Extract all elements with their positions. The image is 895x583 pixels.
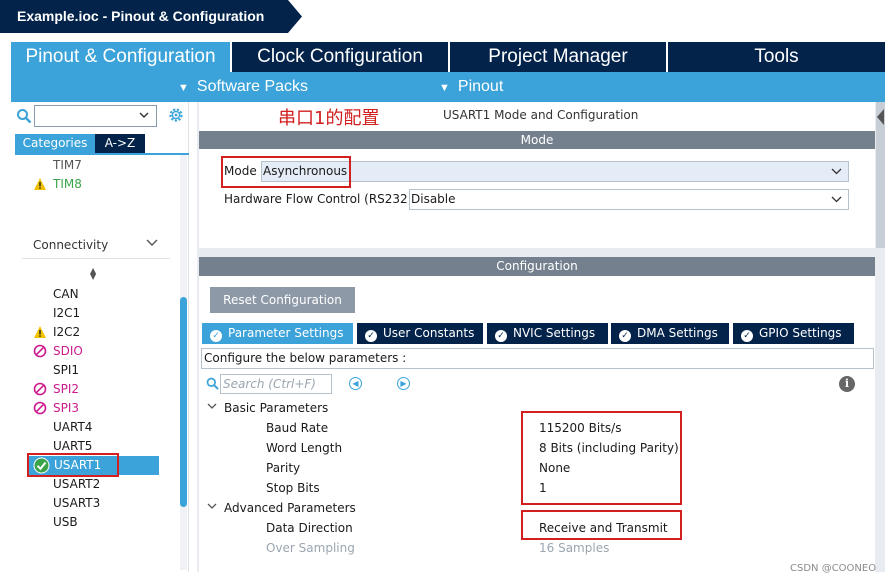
tree-item-usb[interactable]: USB	[53, 513, 78, 532]
chevron-down-icon[interactable]	[207, 403, 217, 413]
configuration-header: Configuration	[199, 257, 875, 276]
software-packs-label: Software Packs	[196, 78, 309, 95]
tab-clock-configuration[interactable]: Clock Configuration	[232, 42, 448, 72]
hardware-flow-control-select[interactable]	[409, 189, 849, 210]
disabled-icon	[33, 401, 47, 415]
tree-item-spi1[interactable]: SPI1	[53, 361, 79, 380]
warning-icon	[34, 178, 46, 190]
tab-user-constants[interactable]: ✓ User Constants	[357, 323, 483, 344]
tab-categories[interactable]: Categories	[15, 134, 95, 153]
tab-underline	[15, 153, 189, 155]
tab-dma-settings[interactable]: ✓ DMA Settings	[611, 323, 729, 344]
scrollbar-thumb[interactable]	[180, 297, 187, 507]
divider	[22, 258, 170, 259]
tab-pinout-configuration[interactable]: Pinout & Configuration	[11, 42, 230, 72]
highlight-box	[521, 510, 682, 540]
parameter-search-input[interactable]: Search (Ctrl+F)	[220, 374, 332, 394]
tree-item-tim7[interactable]: TIM7	[53, 156, 82, 175]
next-icon[interactable]: ▶	[397, 377, 410, 390]
panel-title: USART1 Mode and Configuration	[443, 108, 639, 122]
chevron-down-icon: ▼	[439, 82, 450, 94]
annotation-text: 串口1的配置	[278, 108, 380, 129]
check-icon: ✓	[741, 330, 753, 342]
software-packs-menu[interactable]: ▼ Software Packs	[178, 77, 308, 98]
tree-item-tim8[interactable]: TIM8	[53, 175, 82, 194]
tree-item-i2c1[interactable]: I2C1	[53, 304, 80, 323]
tree-item-uart4[interactable]: UART4	[53, 418, 92, 437]
param-stop-bits-label: Stop Bits	[266, 481, 320, 495]
tree-item-sdio[interactable]: SDIO	[53, 342, 83, 361]
chevron-down-icon[interactable]	[207, 503, 217, 513]
param-over-sampling-label: Over Sampling	[266, 541, 355, 555]
group-advanced-parameters[interactable]: Advanced Parameters	[224, 501, 356, 515]
tab-gpio-settings[interactable]: ✓ GPIO Settings	[733, 323, 854, 344]
reset-configuration-button[interactable]: Reset Configuration	[210, 287, 355, 313]
mode-header: Mode	[199, 131, 875, 149]
hardware-flow-control-value: Disable	[411, 192, 456, 206]
search-icon	[206, 377, 219, 390]
pinout-menu[interactable]: ▼ Pinout	[439, 77, 503, 98]
connectivity-category[interactable]: Connectivity	[33, 238, 108, 252]
gear-icon[interactable]	[167, 106, 185, 124]
highlight-box	[27, 453, 119, 477]
tab-parameter-settings[interactable]: ✓ Parameter Settings	[202, 323, 353, 344]
watermark: CSDN @COONEO	[790, 563, 877, 574]
chevron-down-icon[interactable]	[139, 111, 149, 122]
tree-item-can[interactable]: CAN	[53, 285, 79, 304]
tab-a-to-z[interactable]: A->Z	[95, 134, 145, 153]
hardware-flow-control-label: Hardware Flow Control (RS232)	[224, 192, 413, 206]
param-baud-rate-label: Baud Rate	[266, 421, 329, 435]
pinout-label: Pinout	[457, 78, 504, 95]
info-icon[interactable]: i	[839, 376, 855, 392]
tree-item-spi3[interactable]: SPI3	[53, 399, 79, 418]
check-icon: ✓	[619, 330, 631, 342]
disabled-icon	[33, 382, 47, 396]
chevron-down-icon: ▼	[178, 82, 189, 94]
sort-icon[interactable]: ▲ ▼	[90, 267, 96, 281]
group-basic-parameters[interactable]: Basic Parameters	[224, 401, 328, 415]
window-title: Example.ioc - Pinout & Configuration	[0, 0, 285, 33]
breadcrumb-arrow	[284, 0, 302, 33]
tree-item-i2c2[interactable]: I2C2	[53, 323, 80, 342]
tree-item-spi2[interactable]: SPI2	[53, 380, 79, 399]
chevron-down-icon[interactable]	[146, 236, 158, 250]
disabled-icon	[33, 344, 47, 358]
tree-item-usart2[interactable]: USART2	[53, 475, 100, 494]
check-icon: ✓	[495, 330, 507, 342]
param-over-sampling-value: 16 Samples	[539, 541, 610, 555]
chevron-down-icon[interactable]	[831, 193, 842, 206]
warning-icon	[34, 326, 46, 338]
param-parity-label: Parity	[266, 461, 301, 475]
parameters-description: Configure the below parameters :	[201, 348, 874, 369]
param-word-length-label: Word Length	[266, 441, 343, 455]
check-icon: ✓	[210, 330, 222, 342]
tab-nvic-settings[interactable]: ✓ NVIC Settings	[487, 323, 608, 344]
collapse-icon[interactable]	[876, 108, 885, 130]
tab-project-manager[interactable]: Project Manager	[450, 42, 666, 72]
search-icon	[17, 109, 32, 124]
tab-tools[interactable]: Tools	[668, 42, 885, 72]
chevron-down-icon[interactable]	[831, 165, 842, 178]
highlight-box	[221, 156, 351, 188]
highlight-box	[521, 411, 682, 505]
check-icon: ✓	[365, 330, 377, 342]
previous-icon[interactable]: ◀	[349, 377, 362, 390]
tree-item-usart3[interactable]: USART3	[53, 494, 100, 513]
param-data-direction-label: Data Direction	[266, 521, 353, 535]
